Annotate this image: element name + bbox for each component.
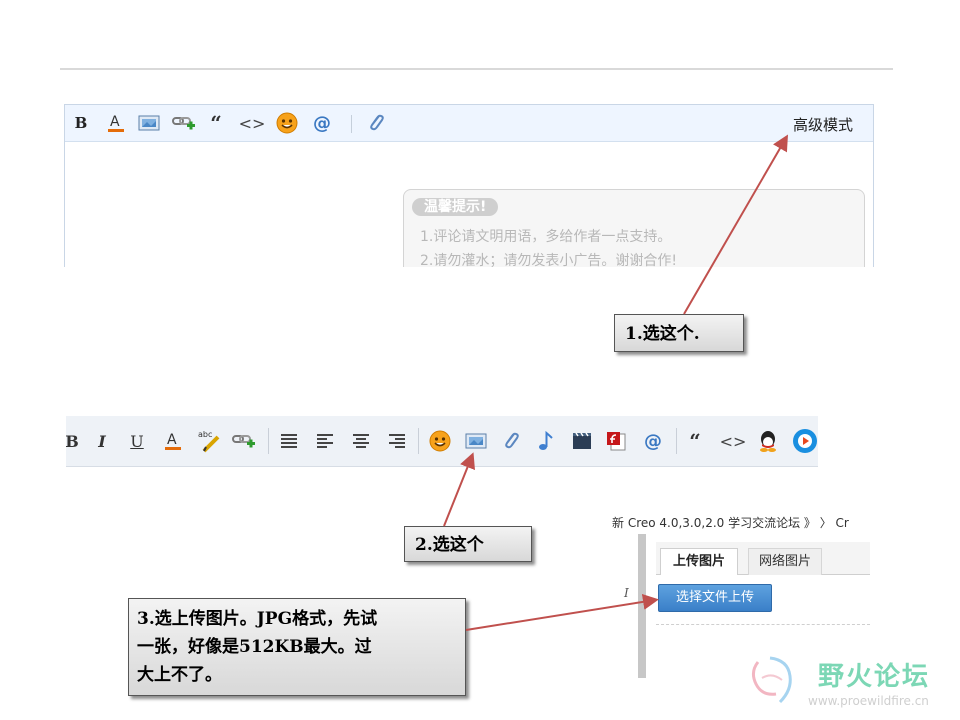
arrow-step2 xyxy=(443,452,475,527)
arrow-step3 xyxy=(465,593,659,631)
arrow-layer xyxy=(443,134,789,631)
forum-logo-icon xyxy=(748,652,798,712)
forum-logo-text: 野火论坛 xyxy=(818,662,931,692)
arrow-step1 xyxy=(683,134,789,315)
forum-url: www.proewildfire.cn xyxy=(808,694,929,708)
